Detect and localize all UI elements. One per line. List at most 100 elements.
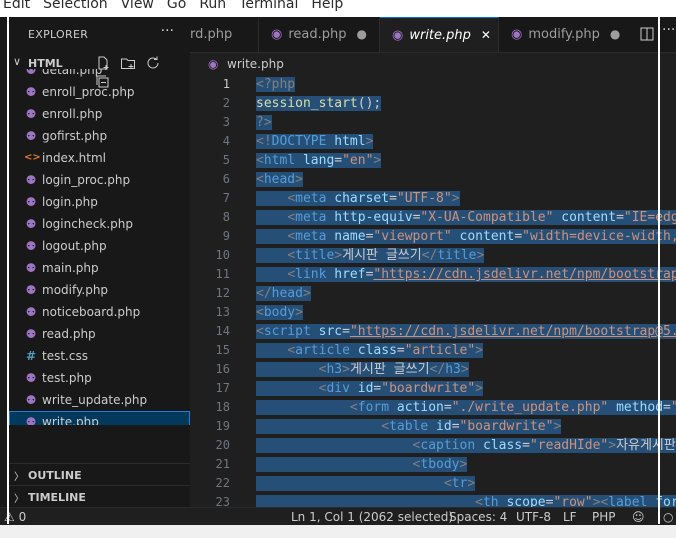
php-file-icon: ◉ <box>208 57 219 71</box>
php-file-icon: ⚉ <box>25 129 37 143</box>
code-area[interactable]: <?php session_start(); ?> <!DOCTYPE html… <box>256 75 676 507</box>
file-item-login-php[interactable]: ⚉ login.php <box>9 191 190 213</box>
code-line: session_start(); <box>256 96 382 111</box>
file-name: read.php <box>42 327 96 341</box>
file-name: detail.php <box>42 69 103 77</box>
chevron-down-icon: ∨ <box>13 55 22 68</box>
file-item-modify-php[interactable]: ⚉ modify.php <box>9 279 190 301</box>
file-name: login.php <box>42 195 98 209</box>
cursor-position[interactable]: Ln 1, Col 1 (2062 selected) <box>291 508 453 525</box>
line-number: 6 <box>222 172 230 186</box>
notifications-icon[interactable]: ○ <box>663 508 673 525</box>
line-number: 7 <box>222 191 230 205</box>
file-name: modify.php <box>42 283 109 297</box>
file-item-enroll-proc-php[interactable]: ⚉ enroll_proc.php <box>9 81 190 103</box>
php-file-icon: ⚉ <box>25 371 37 385</box>
line-number: 15 <box>215 343 230 357</box>
code-line: <meta charset="UTF-8"> <box>256 189 460 208</box>
php-file-icon: ⚉ <box>25 393 37 407</box>
file-item-test-css[interactable]: # test.css <box>9 345 190 367</box>
file-item-noticeboard-php[interactable]: ⚉ noticeboard.php <box>9 301 190 323</box>
menu-item-run[interactable]: Run <box>199 0 226 11</box>
tab-rd-php[interactable]: rd.php <box>190 17 259 52</box>
php-file-icon: ⚉ <box>25 261 37 275</box>
file-item-read-php[interactable]: ⚉ read.php <box>9 323 190 345</box>
problems-count: 0 <box>18 510 27 524</box>
php-file-icon: ⚉ <box>25 85 37 99</box>
line-number: 22 <box>215 476 230 490</box>
timeline-label: TIMELINE <box>28 491 86 504</box>
menu-item-view[interactable]: View <box>121 0 154 11</box>
menu-item-terminal[interactable]: Terminal <box>239 0 298 11</box>
file-name: login_proc.php <box>42 173 131 187</box>
line-number: 10 <box>215 248 230 262</box>
code-line: <th scope="row"><label for="bEas <box>256 493 676 507</box>
tab-write-php[interactable]: ◉ write.php ✕ <box>380 17 499 52</box>
file-name: logout.php <box>42 239 107 253</box>
line-number: 4 <box>222 134 230 148</box>
activity-bar <box>0 17 9 507</box>
file-name: index.html <box>42 151 106 165</box>
file-item-index-html[interactable]: <> index.html <box>9 147 190 169</box>
file-item-logout-php[interactable]: ⚉ logout.php <box>9 235 190 257</box>
code-line: ?> <box>256 115 272 130</box>
code-line: <html lang="en"> <box>256 153 382 168</box>
php-file-icon: ⚉ <box>25 415 37 425</box>
tab-read-php[interactable]: ◉ read.php ● <box>259 17 380 52</box>
file-item-write-update-php[interactable]: ⚉ write_update.php <box>9 389 190 411</box>
outline-section[interactable]: 〉 OUTLINE <box>9 463 190 486</box>
tab-modify-php[interactable]: ◉ modify.php ● <box>499 17 628 52</box>
code-line: <tr> <box>256 474 476 493</box>
line-number: 2 <box>222 96 230 110</box>
more-actions-icon[interactable]: ··· <box>662 22 675 38</box>
unsaved-dot-icon[interactable]: ● <box>357 27 367 41</box>
code-editor[interactable]: 1 2 3 4 5 6 7 8 9 10 11 12 13 14 15 16 17 18 19 20 21 22 23 <?… <box>190 75 676 507</box>
more-actions-icon[interactable]: ··· <box>161 23 174 39</box>
file-item-write-php[interactable]: ⚉ write.php <box>9 411 190 425</box>
line-number: 9 <box>222 229 230 243</box>
tab-label: write.php <box>409 28 471 43</box>
language-mode[interactable]: PHP <box>592 508 616 525</box>
php-file-icon: ⚉ <box>25 327 37 341</box>
html-file-icon: <> <box>24 152 41 163</box>
file-item-test-php[interactable]: ⚉ test.php <box>9 367 190 389</box>
line-number: 5 <box>222 153 230 167</box>
line-number: 16 <box>215 362 230 376</box>
file-name: gofirst.php <box>42 129 108 143</box>
code-line: <script src="https://cdn.jsdelivr.net/np… <box>256 322 676 341</box>
code-line: <body> <box>256 305 303 320</box>
menu-item-go[interactable]: Go <box>167 0 186 11</box>
split-editor-icon[interactable] <box>640 26 654 45</box>
indentation[interactable]: Spaces: 4 <box>449 508 507 525</box>
code-line: <meta http-equiv="X-UA-Compatible" conte… <box>256 208 676 227</box>
status-bar: ⚠ 0 Ln 1, Col 1 (2062 selected) Spaces: … <box>0 507 676 525</box>
problems-indicator[interactable]: ⚠ 0 <box>4 508 26 525</box>
menu-item-help[interactable]: Help <box>311 0 343 11</box>
file-item-gofirst-php[interactable]: ⚉ gofirst.php <box>9 125 190 147</box>
timeline-section[interactable]: 〉 TIMELINE <box>9 485 190 508</box>
file-tree: ⚉ detail.php ⚉ enroll_proc.php ⚉ enroll.php ⚉ g… <box>9 69 190 425</box>
line-number: 19 <box>215 419 230 433</box>
unsaved-dot-icon[interactable]: ● <box>610 27 620 41</box>
file-item-logincheck-php[interactable]: ⚉ logincheck.php <box>9 213 190 235</box>
file-item-main-php[interactable]: ⚉ main.php <box>9 257 190 279</box>
file-item-enroll-php[interactable]: ⚉ enroll.php <box>9 103 190 125</box>
breadcrumb-file[interactable]: write.php <box>227 53 284 75</box>
menu-item-edit[interactable]: Edit <box>3 0 30 11</box>
php-file-icon: ⚉ <box>25 305 37 319</box>
php-file-icon: ⚉ <box>25 239 37 253</box>
file-item-login-proc-php[interactable]: ⚉ login_proc.php <box>9 169 190 191</box>
line-ending[interactable]: LF <box>563 508 577 525</box>
php-file-icon: ⚉ <box>25 69 37 77</box>
line-number: 17 <box>215 381 230 395</box>
close-icon[interactable]: ✕ <box>481 28 491 42</box>
encoding[interactable]: UTF-8 <box>516 508 551 525</box>
php-file-icon: ◉ <box>271 27 283 42</box>
code-line: <div id="boardwrite"> <box>256 379 483 398</box>
line-number: 23 <box>215 495 230 507</box>
menu-item-selection[interactable]: Selection <box>43 0 108 11</box>
explorer-header: EXPLORER ··· <box>9 17 190 51</box>
feedback-icon[interactable]: ☺ <box>632 508 645 525</box>
code-line: <meta name="viewport" content="width=dev… <box>256 227 676 246</box>
file-item-detail-php[interactable]: ⚉ detail.php <box>9 69 190 81</box>
